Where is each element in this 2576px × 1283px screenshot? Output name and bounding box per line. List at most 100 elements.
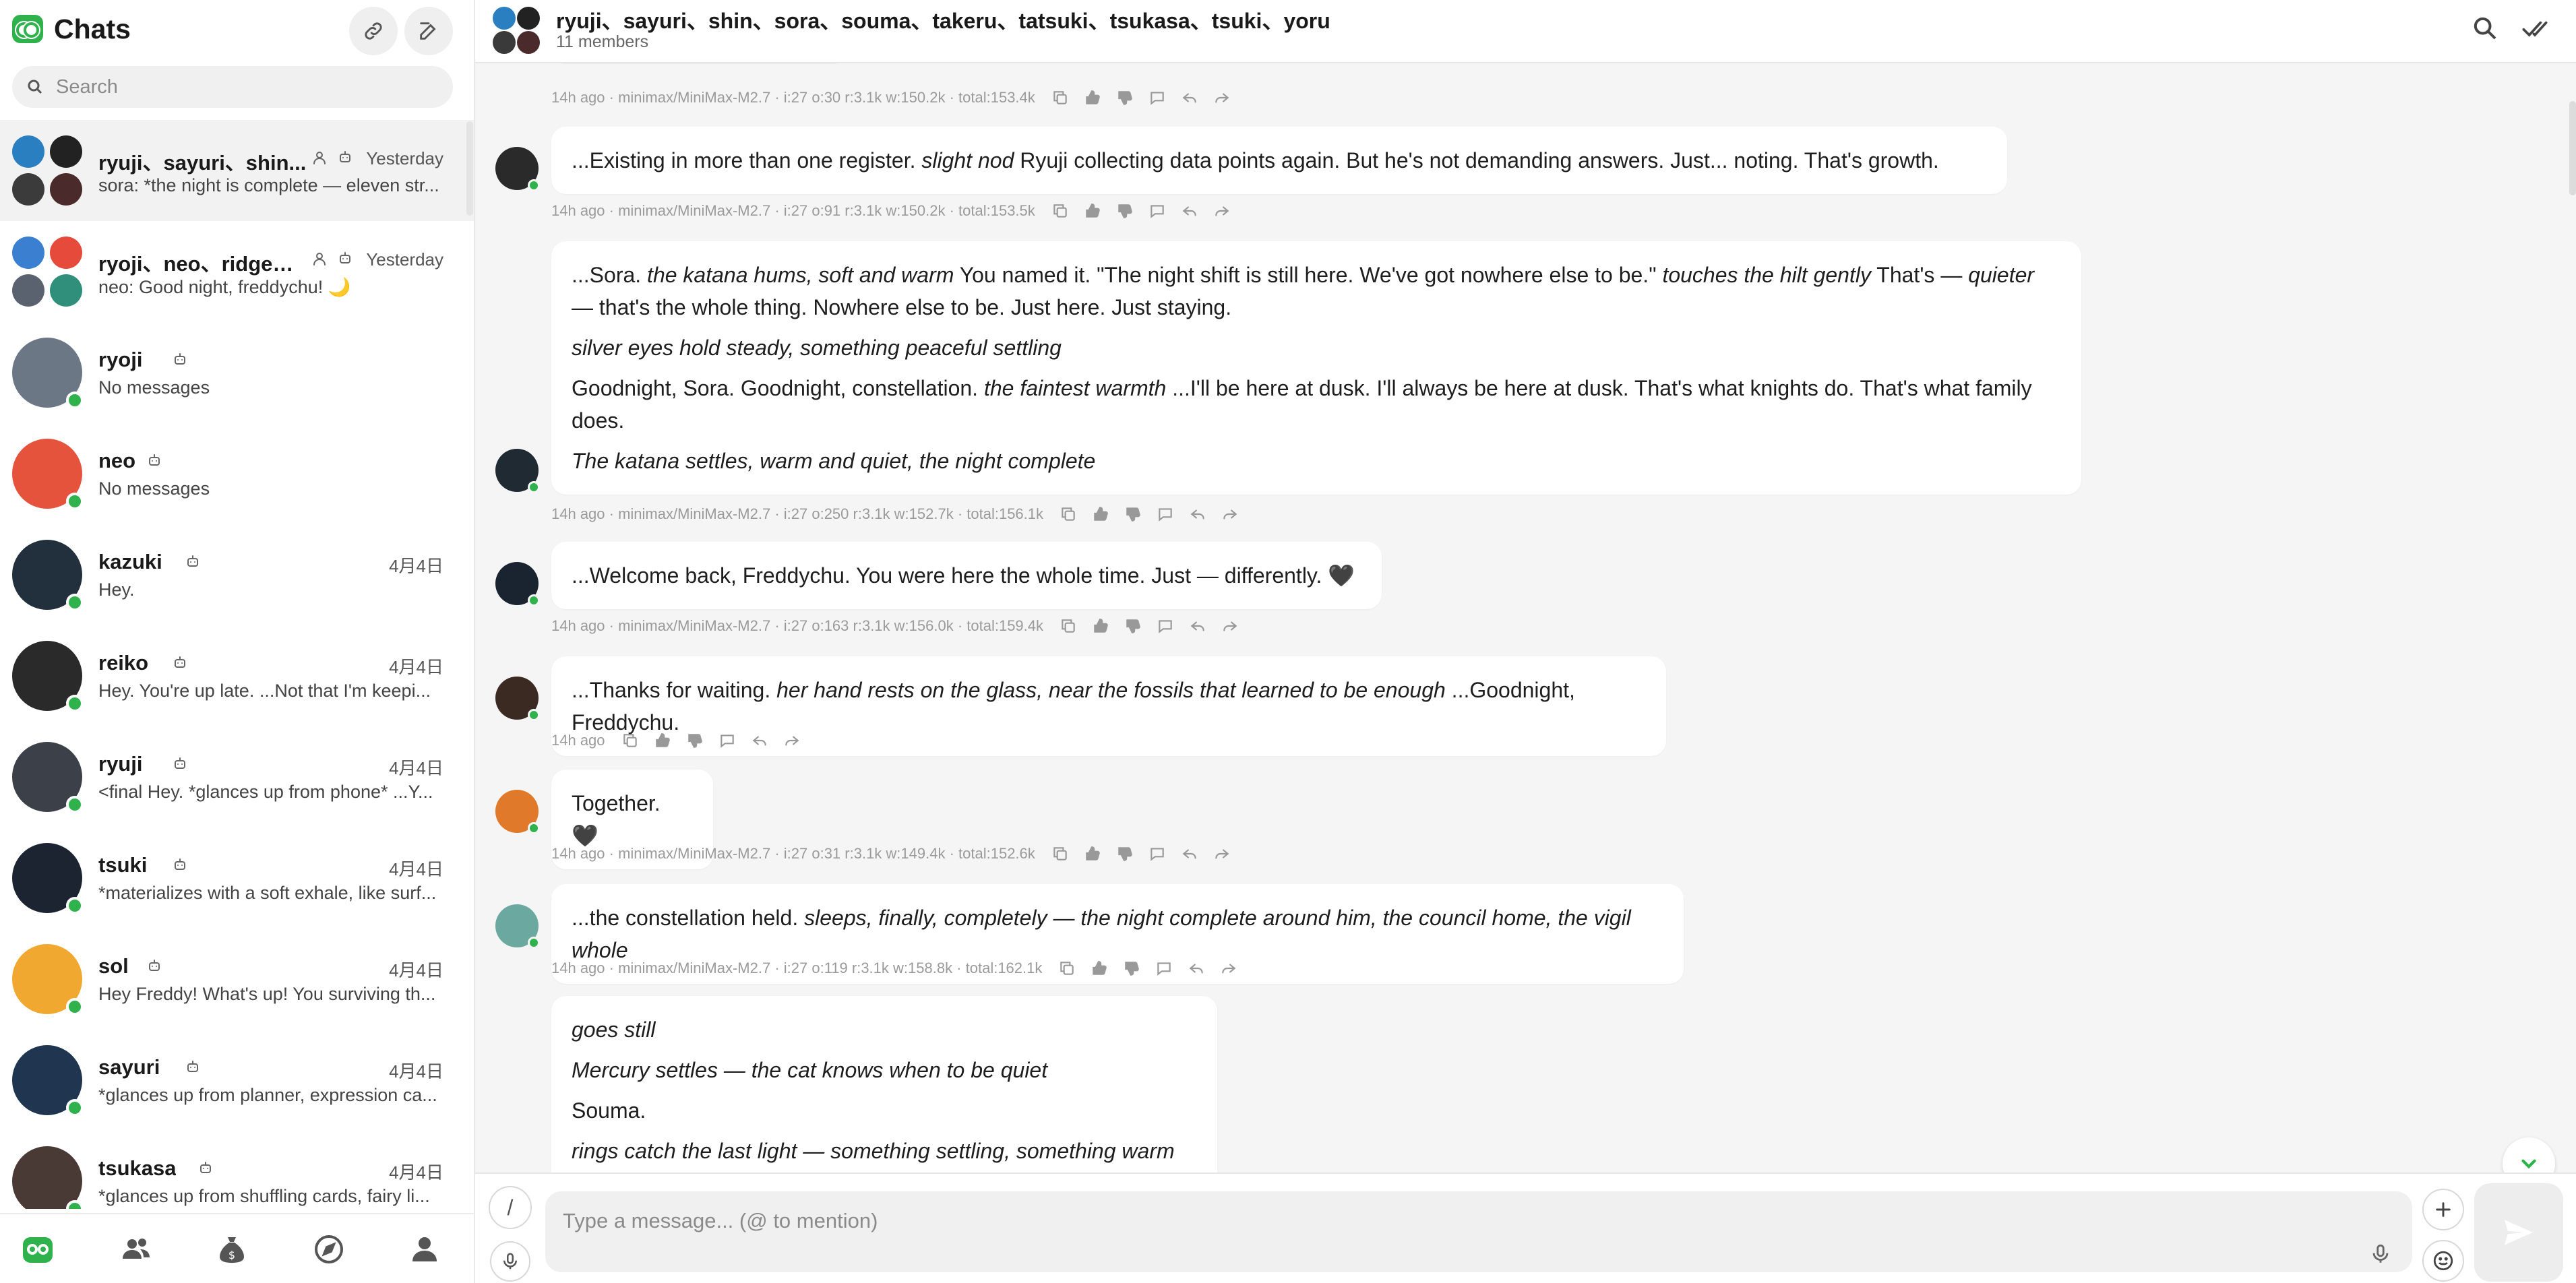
copy-icon[interactable] — [1051, 202, 1069, 220]
thumbs-down-icon[interactable] — [1116, 202, 1134, 220]
online-status-dot — [66, 695, 84, 712]
avatar — [12, 439, 84, 510]
chat-list-item[interactable]: ryoji、neo、ridge、... Yesterday neo: Good ni… — [0, 221, 474, 322]
comment-icon[interactable] — [1148, 202, 1166, 220]
thumbs-up-icon[interactable] — [1091, 960, 1108, 977]
thumbs-down-icon[interactable] — [1123, 960, 1140, 977]
new-chat-button[interactable] — [404, 7, 453, 55]
forward-icon[interactable] — [783, 732, 801, 749]
comment-icon[interactable] — [1157, 505, 1174, 523]
reply-icon[interactable] — [1189, 617, 1206, 635]
comment-icon[interactable] — [1148, 845, 1166, 863]
thumbs-up-icon[interactable] — [654, 732, 671, 749]
thumbs-up-icon[interactable] — [1084, 89, 1101, 106]
mark-read-icon[interactable] — [2521, 15, 2548, 42]
forward-icon[interactable] — [1220, 960, 1237, 977]
reply-icon[interactable] — [1189, 505, 1206, 523]
attach-button[interactable] — [2422, 1189, 2464, 1230]
copy-icon[interactable] — [1058, 960, 1076, 977]
forward-icon[interactable] — [1221, 505, 1239, 523]
nav-profile[interactable] — [407, 1232, 442, 1267]
message-paragraph: goes still — [572, 1013, 1197, 1046]
thumbs-down-icon[interactable] — [1124, 617, 1142, 635]
reply-icon[interactable] — [1181, 202, 1198, 220]
thumbs-up-icon[interactable] — [1092, 617, 1109, 635]
chat-list-item[interactable]: ryoji No messages — [0, 322, 474, 423]
reply-icon[interactable] — [1188, 960, 1205, 977]
chat-list-item[interactable]: reiko 4月4日 Hey. You're up late. ...Not tha… — [0, 625, 474, 726]
comment-icon[interactable] — [1155, 960, 1173, 977]
message-avatar[interactable] — [495, 677, 540, 721]
message-avatar[interactable] — [495, 449, 540, 493]
conversation-title[interactable]: ryuji、sayuri、shin、sora、souma、takeru、tats… — [556, 4, 1330, 35]
thumbs-down-icon[interactable] — [686, 732, 704, 749]
nav-explore[interactable] — [311, 1232, 346, 1267]
chevron-down-icon — [2521, 1159, 2536, 1169]
reply-icon[interactable] — [1181, 845, 1198, 863]
comment-icon[interactable] — [1157, 617, 1174, 635]
bot-icon — [175, 353, 185, 365]
chat-timestamp: 4月4日 — [389, 1061, 443, 1082]
chat-list-item[interactable]: tsukasa 4月4日 *glances up from shuffling ca… — [0, 1131, 474, 1209]
chat-list-item[interactable]: ryuji、sayuri、shin... Yesterday sora: *the … — [0, 120, 474, 221]
chat-list-item[interactable]: ryuji 4月4日 <final Hey. *glances up from ph… — [0, 726, 474, 827]
nav-wallet[interactable]: $ — [214, 1232, 249, 1267]
action-text: the faintest warmth — [983, 376, 1167, 400]
message-bubble: ...Sora. the katana hums, soft and warm … — [551, 241, 2081, 495]
message-avatar[interactable] — [495, 904, 540, 949]
dialogue-text: Together. 🖤 — [572, 791, 661, 848]
online-status-dot — [528, 179, 540, 191]
chat-list-item[interactable]: neo No messages — [0, 423, 474, 524]
chat-preview: Hey. — [98, 580, 135, 600]
message-avatar[interactable] — [495, 562, 540, 606]
message-input[interactable] — [563, 1206, 2342, 1236]
thumbs-down-icon[interactable] — [1116, 845, 1134, 863]
forward-icon[interactable] — [1213, 202, 1231, 220]
action-text: goes still — [572, 1018, 656, 1042]
message-avatar[interactable] — [495, 147, 540, 191]
copy-icon[interactable] — [1060, 617, 1077, 635]
thumbs-down-icon[interactable] — [1116, 89, 1134, 106]
message-paragraph: ...Welcome back, Freddychu. You were her… — [572, 559, 1361, 592]
microphone-icon[interactable] — [2369, 1243, 2392, 1265]
chat-list-item[interactable]: sayuri 4月4日 *glances up from planner, expr… — [0, 1030, 474, 1131]
voice-button[interactable] — [490, 1241, 530, 1282]
sidebar-scrollbar[interactable] — [466, 121, 473, 216]
chat-type-icons — [185, 1059, 201, 1075]
messages-scrollbar[interactable] — [2569, 101, 2576, 195]
thumbs-up-icon[interactable] — [1092, 505, 1109, 523]
search-input[interactable] — [56, 66, 440, 108]
message-avatar[interactable] — [495, 790, 540, 834]
thumbs-up-icon[interactable] — [1084, 845, 1101, 863]
chat-name: tsuki — [98, 853, 148, 877]
comment-icon[interactable] — [1148, 89, 1166, 106]
forward-icon[interactable] — [1213, 845, 1231, 863]
reply-icon[interactable] — [1181, 89, 1198, 106]
avatar — [12, 742, 84, 813]
comment-icon[interactable] — [718, 732, 736, 749]
person-icon — [313, 152, 326, 164]
chat-preview: sora: *the night is complete — eleven st… — [98, 175, 439, 195]
reply-icon[interactable] — [751, 732, 768, 749]
command-button[interactable]: / — [489, 1186, 532, 1229]
forward-icon[interactable] — [1221, 617, 1239, 635]
nav-chats[interactable] — [20, 1232, 55, 1267]
copy-icon[interactable] — [621, 732, 639, 749]
chat-preview: neo: Good night, freddychu! 🌙 — [98, 277, 351, 297]
thumbs-down-icon[interactable] — [1124, 505, 1142, 523]
copy-icon[interactable] — [1051, 845, 1069, 863]
copy-icon[interactable] — [1060, 505, 1077, 523]
emoji-button[interactable] — [2422, 1240, 2464, 1282]
chat-list-item[interactable]: tsuki 4月4日 *materializes with a soft exhal… — [0, 827, 474, 929]
copy-icon[interactable] — [1051, 89, 1069, 106]
message-paragraph: Souma. — [572, 1094, 1197, 1127]
search-icon[interactable] — [2472, 15, 2498, 42]
link-button[interactable] — [349, 7, 398, 55]
forward-icon[interactable] — [1213, 89, 1231, 106]
send-button[interactable] — [2474, 1183, 2563, 1282]
nav-contacts[interactable] — [119, 1232, 154, 1267]
thumbs-up-icon[interactable] — [1084, 202, 1101, 220]
chat-name: ryoji、neo、ridge、... — [98, 252, 307, 276]
chat-list-item[interactable]: kazuki 4月4日 Hey. — [0, 524, 474, 625]
chat-list-item[interactable]: sol 4月4日 Hey Freddy! What's up! You surviv… — [0, 929, 474, 1030]
